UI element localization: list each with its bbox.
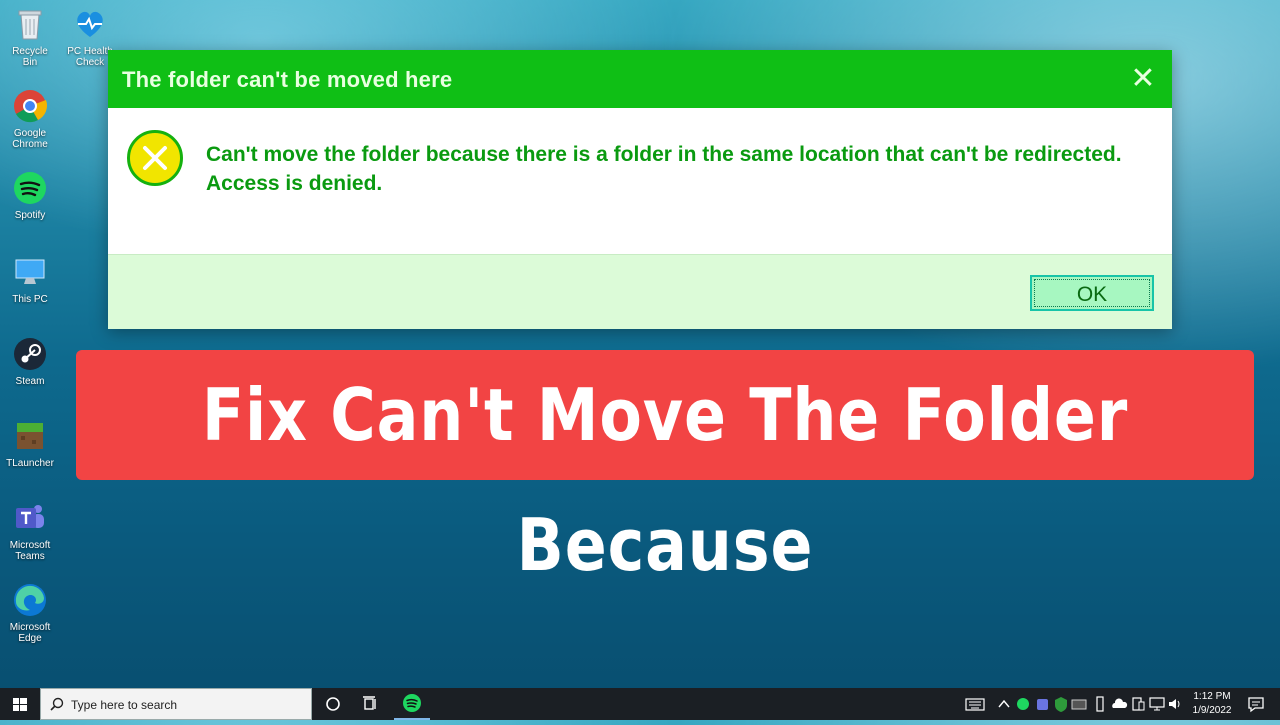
phone-link-icon[interactable]	[1130, 688, 1146, 720]
desktop-icon-label: Recycle Bin	[12, 46, 48, 68]
taskbar-search-box[interactable]: Type here to search	[40, 688, 312, 720]
chevron-up-icon[interactable]	[996, 688, 1012, 720]
desktop-icon-google-chrome[interactable]: Google Chrome	[4, 88, 56, 150]
error-x-icon	[127, 130, 183, 186]
desktop-icon-label: TLauncher	[6, 458, 54, 469]
teams-icon	[12, 500, 48, 536]
desktop-icon-microsoft-teams[interactable]: Microsoft Teams	[4, 500, 56, 562]
title-banner: Fix Can't Move The Folder Because	[76, 350, 1254, 587]
tray-wmi-icon[interactable]	[1070, 688, 1088, 720]
volume-icon[interactable]	[1166, 688, 1184, 720]
usb-drive-icon[interactable]	[1092, 688, 1108, 720]
network-icon[interactable]	[1148, 688, 1166, 720]
dialog-titlebar[interactable]: The folder can't be moved here ✕	[108, 50, 1172, 108]
desktop-icon-label: Steam	[15, 376, 45, 387]
tray-spotify-icon[interactable]	[1014, 688, 1032, 720]
taskbar-spotify-icon[interactable]	[394, 688, 430, 720]
taskbar-clock[interactable]: 1:12 PM 1/9/2022	[1188, 690, 1236, 718]
dialog-title: The folder can't be moved here	[122, 67, 453, 92]
close-icon[interactable]: ✕	[1128, 64, 1158, 94]
desktop-icon-steam[interactable]: Steam	[4, 336, 56, 387]
tray-teams-icon[interactable]	[1034, 688, 1052, 720]
cortana-icon[interactable]	[315, 688, 351, 720]
notification-icon[interactable]	[1244, 688, 1268, 720]
spotify-icon	[12, 170, 48, 206]
recycle-bin-icon	[12, 6, 48, 42]
dialog-footer: OK	[108, 254, 1172, 329]
steam-icon	[12, 336, 48, 372]
onedrive-icon[interactable]	[1110, 688, 1128, 720]
desktop-icon-label: Google Chrome	[12, 128, 48, 150]
taskbar: Type here to search 1:12 PM 1/9/2022	[0, 688, 1280, 720]
heart-pulse-icon	[72, 6, 108, 42]
search-placeholder: Type here to search	[71, 698, 178, 712]
ok-button[interactable]: OK	[1030, 275, 1154, 311]
banner-text: Fix Can't Move The Folder Because	[201, 373, 1129, 587]
keyboard-icon[interactable]	[964, 688, 986, 720]
desktop-icon-tlauncher[interactable]: TLauncher	[4, 418, 56, 469]
error-dialog: The folder can't be moved here ✕ Can't m…	[108, 50, 1172, 329]
search-icon	[49, 696, 65, 717]
desktop-icon-label: Microsoft Teams	[9, 540, 51, 562]
desktop-icon-this-pc[interactable]: This PC	[4, 254, 56, 305]
clock-date: 1/9/2022	[1192, 705, 1232, 716]
computer-icon	[12, 254, 48, 290]
clock-time: 1:12 PM	[1193, 691, 1231, 702]
dialog-message-line-2: Access is denied.	[206, 172, 383, 195]
start-button[interactable]	[0, 688, 40, 720]
desktop-icon-label: Microsoft Edge	[9, 622, 51, 644]
task-view-icon[interactable]	[352, 688, 388, 720]
desktop-icon-microsoft-edge[interactable]: Microsoft Edge	[4, 582, 56, 644]
chrome-icon	[12, 88, 48, 124]
windows-icon	[13, 698, 27, 711]
desktop-icon-label: This PC	[12, 294, 48, 305]
desktop-icon-recycle-bin[interactable]: Recycle Bin	[4, 6, 56, 68]
edge-icon	[12, 582, 48, 618]
tray-defender-icon[interactable]	[1052, 688, 1070, 720]
desktop-icon-spotify[interactable]: Spotify	[4, 170, 56, 221]
desktop-icon-label: Spotify	[14, 210, 46, 221]
grass-block-icon	[12, 418, 48, 454]
dialog-message-line-1: Can't move the folder because there is a…	[206, 143, 1122, 166]
dialog-message: Can't move the folder because there is a…	[206, 140, 1156, 198]
